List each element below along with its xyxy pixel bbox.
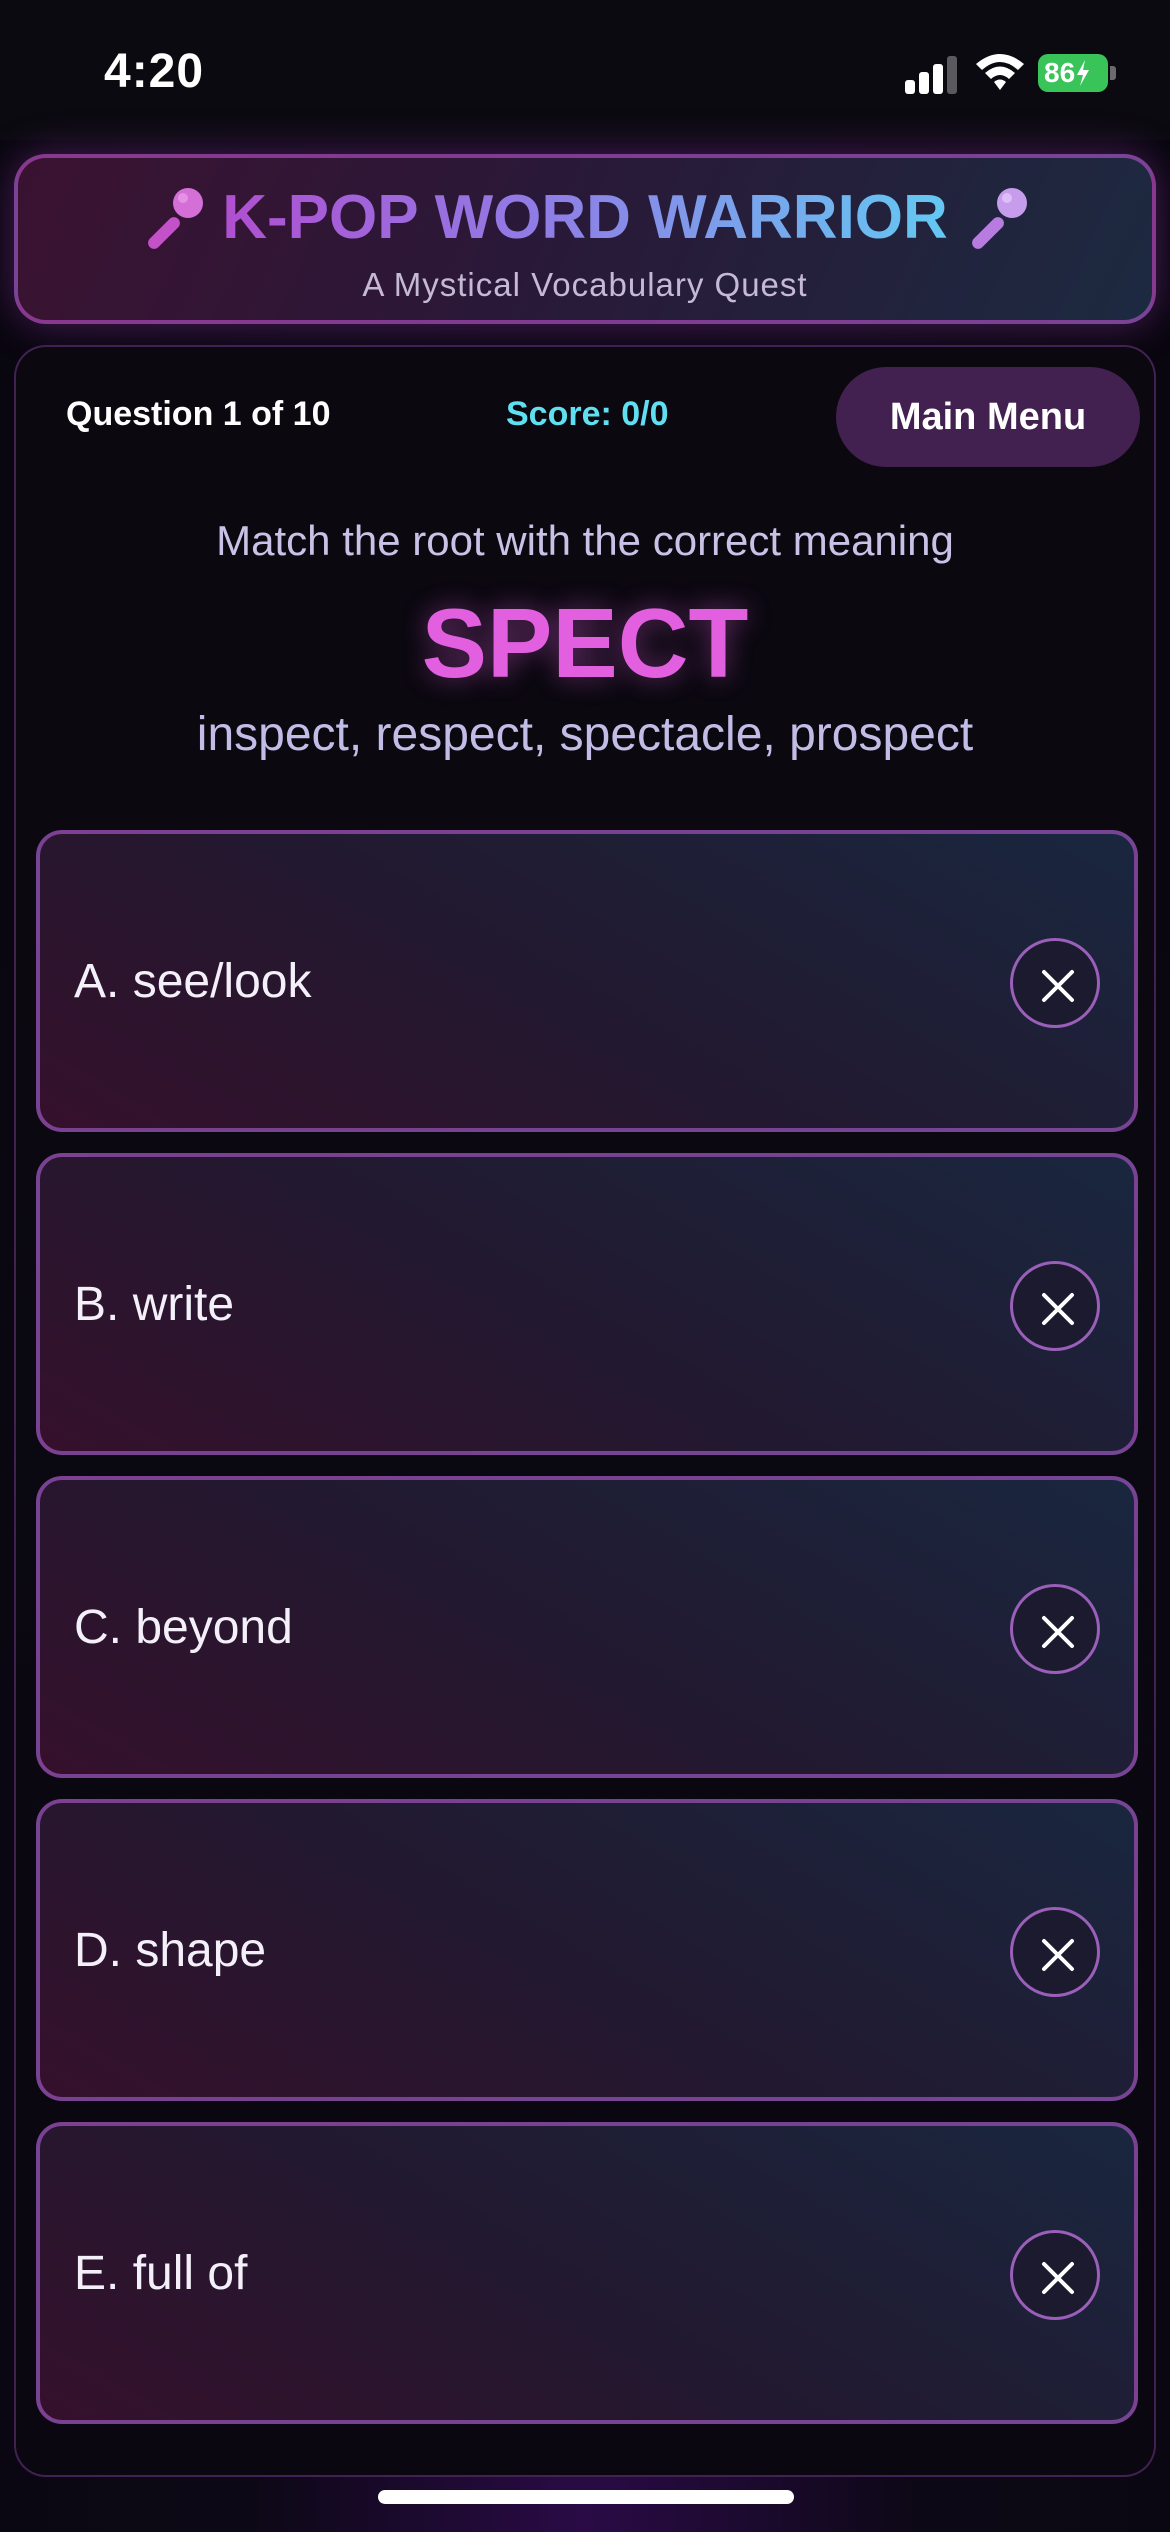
question-prompt: Match the root with the correct meaning xyxy=(216,517,954,564)
wifi-icon xyxy=(976,54,1024,90)
app-subtitle: A Mystical Vocabulary Quest xyxy=(362,266,808,303)
question-counter: Question 1 of 10 xyxy=(66,395,331,433)
answer-option-b[interactable]: B. write xyxy=(36,1153,1138,1455)
battery-cap xyxy=(1110,66,1116,80)
battery-icon: 86 xyxy=(1038,54,1108,92)
status-time: 4:20 xyxy=(104,45,205,98)
dismiss-option-button[interactable] xyxy=(1010,1907,1100,1997)
root-word: SPECT xyxy=(421,588,749,698)
option-label: D. shape xyxy=(74,1923,267,1977)
microphone-icon xyxy=(148,187,204,249)
answer-option-c[interactable]: C. beyond xyxy=(36,1476,1138,1778)
dismiss-option-button[interactable] xyxy=(1010,1261,1100,1351)
dismiss-option-button[interactable] xyxy=(1010,1584,1100,1674)
game-panel: Question 1 of 10 Score: 0/0 Main Menu Ma… xyxy=(14,345,1156,2477)
title-text: K-POP WORD WARRIOR xyxy=(222,183,948,252)
score-display: Score: 0/0 xyxy=(506,395,669,433)
home-indicator[interactable] xyxy=(378,2490,794,2504)
cellular-signal-icon xyxy=(905,56,957,94)
answer-option-d[interactable]: D. shape xyxy=(36,1799,1138,2101)
dismiss-option-button[interactable] xyxy=(1010,2230,1100,2320)
option-label: C. beyond xyxy=(74,1600,293,1654)
battery-level: 86 xyxy=(1044,57,1076,88)
close-icon xyxy=(1042,1616,1074,1648)
close-icon xyxy=(1042,1293,1074,1325)
example-words: inspect, respect, spectacle, prospect xyxy=(196,708,974,761)
dismiss-option-button[interactable] xyxy=(1010,938,1100,1028)
close-icon xyxy=(1042,2262,1074,2294)
main-menu-button[interactable]: Main Menu xyxy=(836,367,1140,467)
header-card: K-POP WORD WARRIOR A Mystical Vocabulary… xyxy=(14,154,1156,324)
answer-option-e[interactable]: E. full of xyxy=(36,2122,1138,2424)
option-label: A. see/look xyxy=(74,954,312,1008)
charging-bolt-icon xyxy=(1077,60,1090,86)
answer-option-a[interactable]: A. see/look xyxy=(36,830,1138,1132)
option-label: E. full of xyxy=(74,2246,248,2300)
close-icon xyxy=(1042,1939,1074,1971)
microphone-icon xyxy=(971,187,1027,249)
status-bar: 4:20 86 xyxy=(0,0,1170,140)
close-icon xyxy=(1042,970,1074,1002)
option-label: B. write xyxy=(74,1277,235,1331)
app-title: K-POP WORD WARRIOR xyxy=(18,182,1152,253)
